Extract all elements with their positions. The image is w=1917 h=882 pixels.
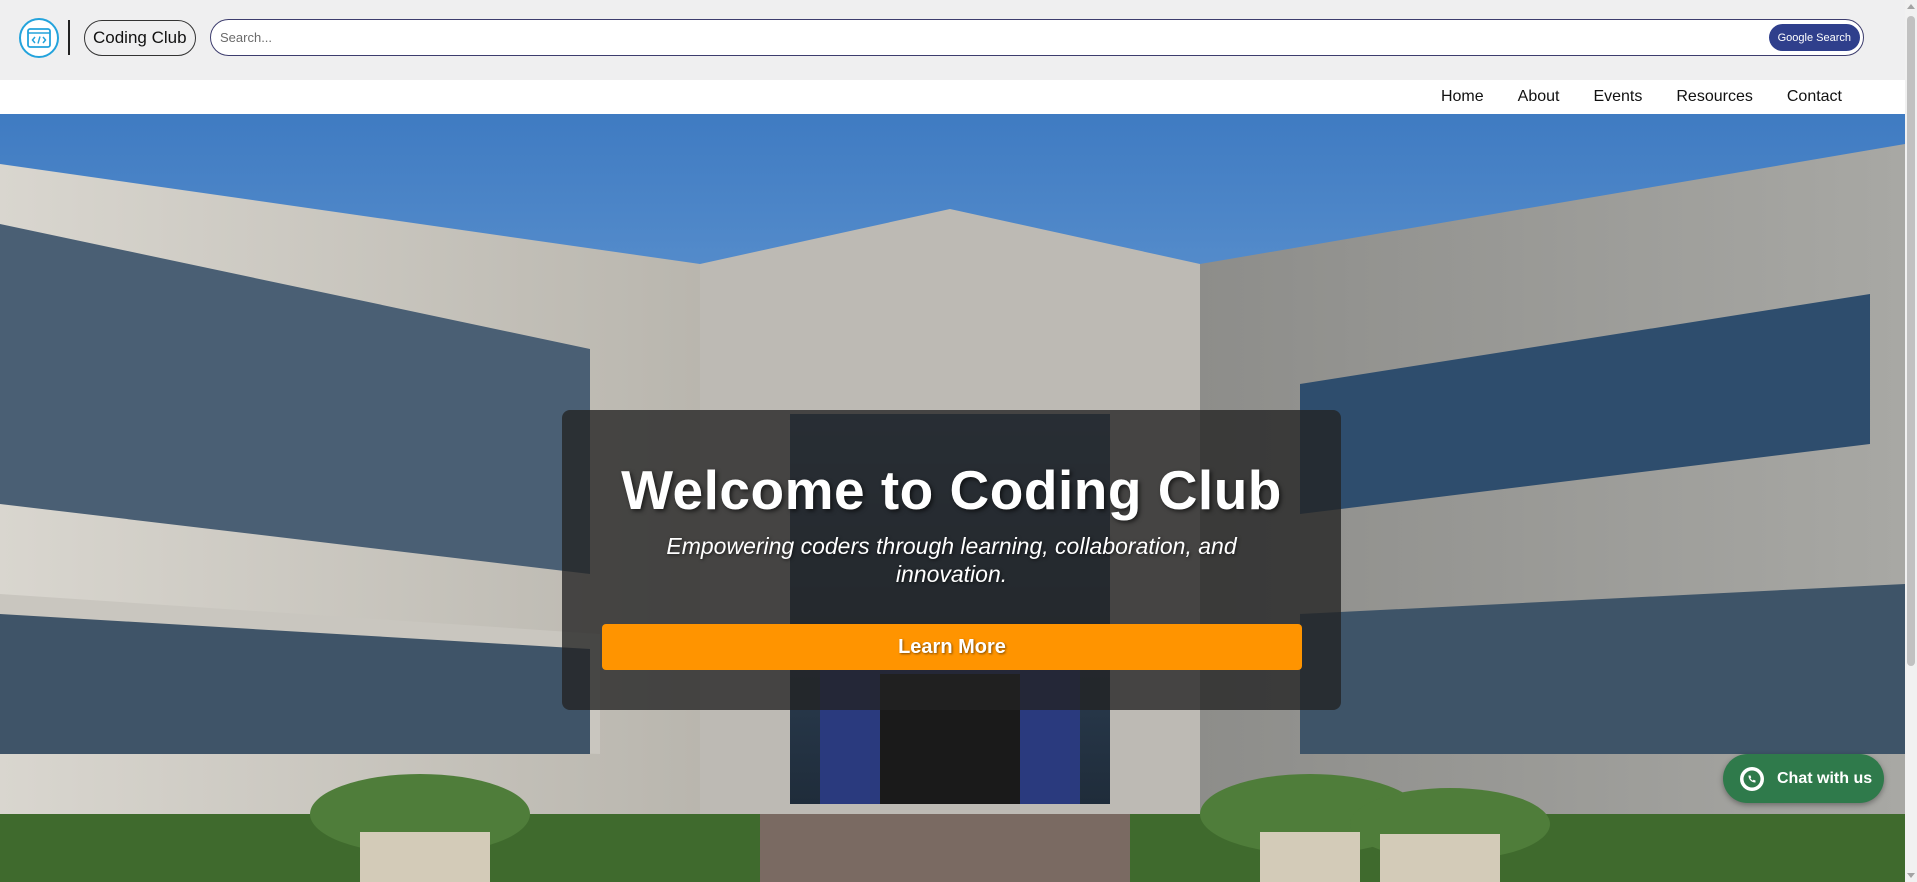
hero-subtitle: Empowering coders through learning, coll… [666,533,1237,587]
chat-label: Chat with us [1777,769,1873,787]
chat-with-us-button[interactable]: Chat with us [1723,754,1884,803]
hero-title: Welcome to Coding Club [621,459,1282,521]
whatsapp-icon [1740,766,1764,791]
nav-contact[interactable]: Contact [1787,88,1842,106]
nav-about[interactable]: About [1518,88,1560,106]
nav-home[interactable]: Home [1441,88,1484,106]
top-header: Coding Club Google Search [0,0,1905,80]
scroll-down-icon[interactable] [1907,873,1915,878]
search-bar: Google Search [210,19,1864,56]
code-window-icon [27,28,51,48]
nav-events[interactable]: Events [1593,88,1642,106]
nav-menu: Home About Events Resources Contact [1441,80,1842,114]
navbar: Home About Events Resources Contact [0,80,1905,114]
hero-section: Welcome to Coding Club Empowering coders… [0,114,1905,882]
google-search-button[interactable]: Google Search [1768,24,1860,51]
learn-more-button[interactable]: Learn More [602,624,1302,670]
scroll-up-icon[interactable] [1907,4,1915,9]
page-scrollbar[interactable] [1905,0,1917,882]
hero-overlay: Welcome to Coding Club Empowering coders… [562,410,1341,710]
scroll-thumb[interactable] [1907,16,1915,666]
nav-resources[interactable]: Resources [1676,88,1752,106]
brand-name[interactable]: Coding Club [84,20,196,56]
search-input[interactable] [220,24,1770,50]
logo[interactable] [19,18,59,58]
header-divider [68,20,70,55]
